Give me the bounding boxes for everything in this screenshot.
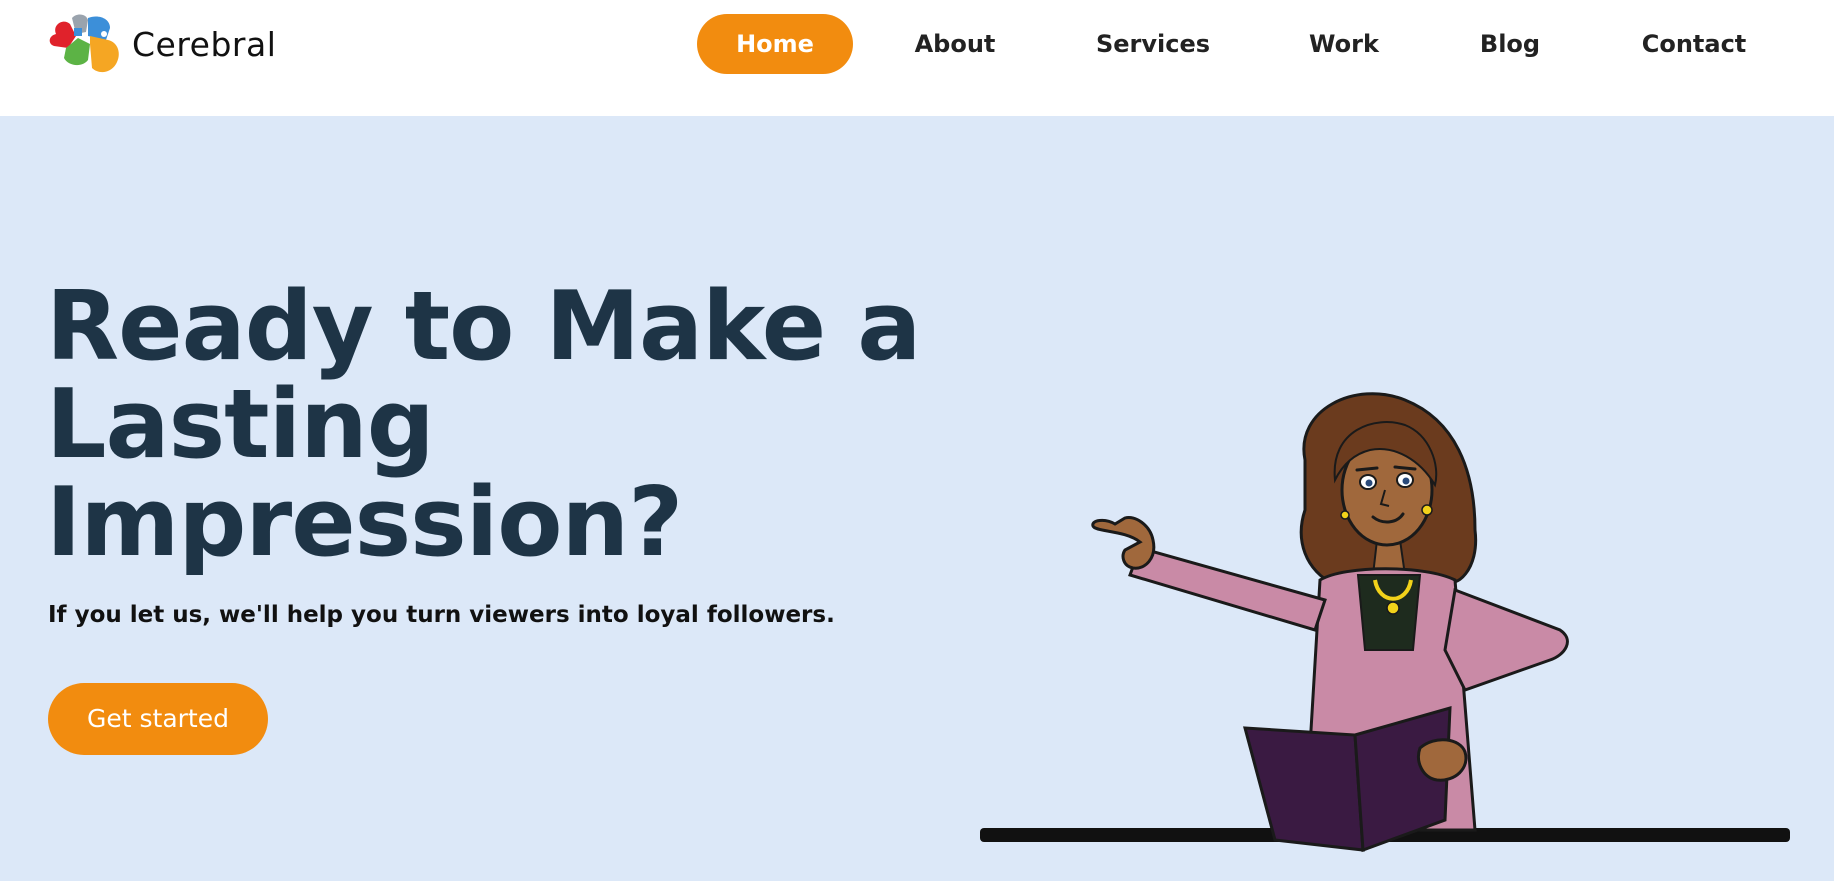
nav-home[interactable]: Home [697, 14, 853, 74]
logo[interactable]: Cerebral [46, 14, 276, 74]
nav-contact[interactable]: Contact [1638, 14, 1750, 74]
hero-subheadline: If you let us, we'll help you turn viewe… [48, 602, 835, 628]
hero-headline: Ready to Make a Lasting Impression? [46, 278, 946, 572]
woman-pointing-with-book-illustration [980, 392, 1790, 853]
get-started-button[interactable]: Get started [48, 683, 268, 755]
brain-puzzle-logo-icon [49, 14, 119, 73]
nav-about[interactable]: About [905, 14, 1005, 74]
headline-line-1: Ready to Make a [46, 272, 921, 382]
nav-services[interactable]: Services [1088, 14, 1218, 74]
site-header: Cerebral Home About Services Work Blog C… [0, 0, 1834, 116]
nav-work[interactable]: Work [1302, 14, 1386, 74]
brand-name: Cerebral [132, 24, 277, 64]
nav-blog[interactable]: Blog [1474, 14, 1546, 74]
headline-line-3: Impression? [46, 468, 683, 578]
headline-line-2: Lasting [46, 370, 435, 480]
